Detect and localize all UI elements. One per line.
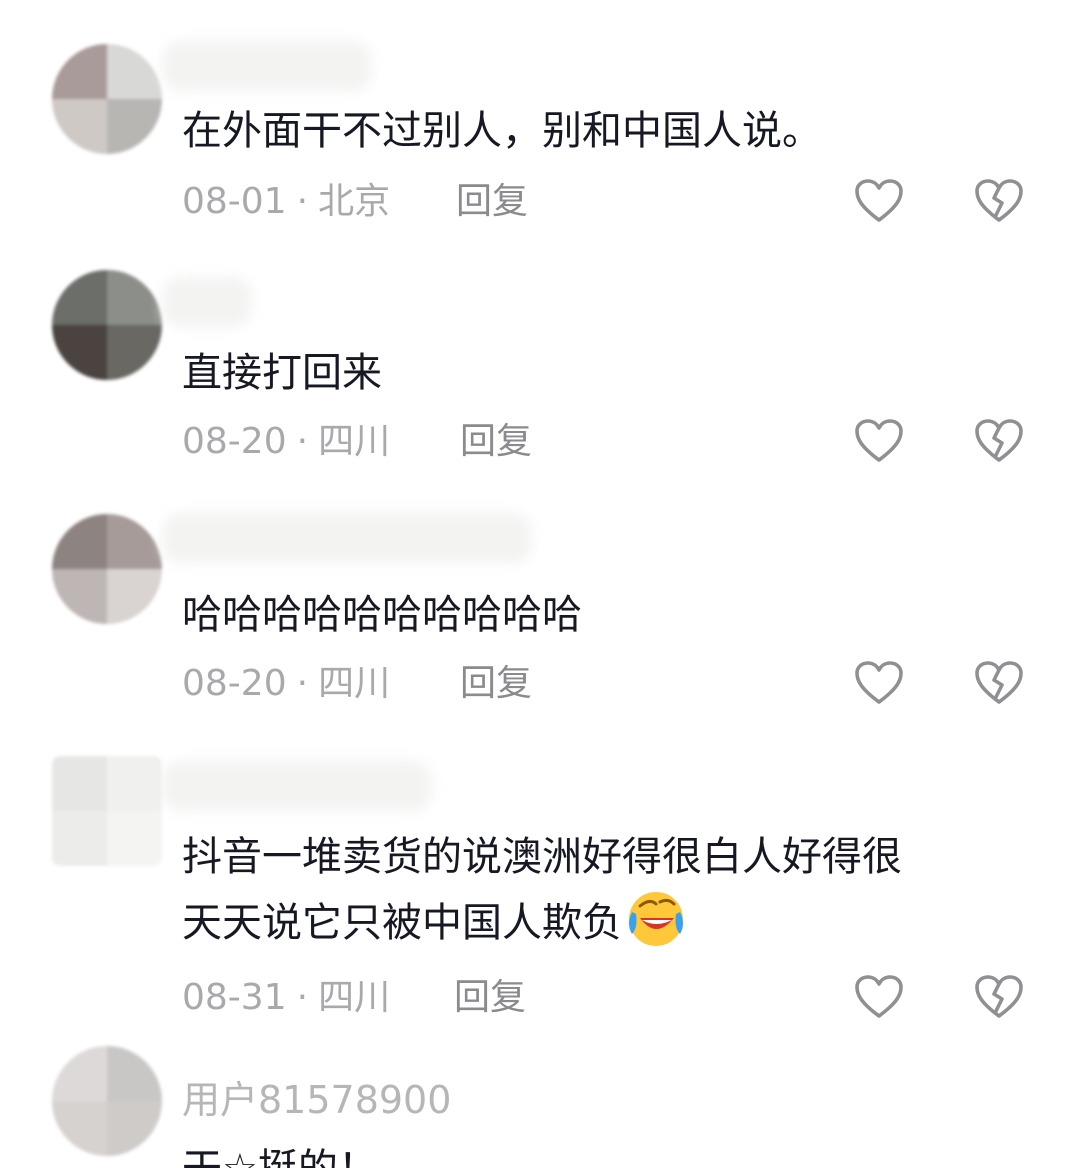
comment-location: 北京 xyxy=(318,181,391,222)
heart-outline-icon[interactable] xyxy=(854,974,904,1020)
reply-button[interactable]: 回复 xyxy=(456,180,528,224)
avatar[interactable] xyxy=(52,1046,162,1156)
crying-laughing-emoji-icon xyxy=(629,892,683,946)
meta-separator: · xyxy=(296,181,309,222)
comment-meta: 08-01 · 北京 xyxy=(182,180,390,224)
comment-text: 干☆挺的！ xyxy=(182,1138,378,1168)
comment-meta: 08-20 · 四川 xyxy=(182,420,390,464)
heart-outline-icon[interactable] xyxy=(854,660,904,706)
comment-text: 在外面干不过别人，别和中国人说。 xyxy=(182,108,822,154)
broken-heart-outline-icon[interactable] xyxy=(974,418,1024,464)
meta-separator: · xyxy=(296,977,309,1018)
comment-date: 08-20 xyxy=(182,663,287,704)
broken-heart-outline-icon[interactable] xyxy=(974,974,1024,1020)
reply-button[interactable]: 回复 xyxy=(460,662,532,706)
comment-date: 08-20 xyxy=(182,421,287,462)
heart-outline-icon[interactable] xyxy=(854,178,904,224)
username-redacted xyxy=(162,40,372,92)
comment-date: 08-01 xyxy=(182,181,287,222)
username-redacted xyxy=(162,760,432,812)
comment-location: 四川 xyxy=(318,663,391,704)
avatar[interactable] xyxy=(52,756,162,866)
comment-meta: 08-31 · 四川 xyxy=(182,976,390,1020)
comment-text: 抖音一堆卖货的说澳洲好得很白人好得很 天天说它只被中国人欺负 xyxy=(182,834,902,946)
comment-text: 哈哈哈哈哈哈哈哈哈哈 xyxy=(182,592,582,638)
broken-heart-outline-icon[interactable] xyxy=(974,178,1024,224)
broken-heart-outline-icon[interactable] xyxy=(974,660,1024,706)
comment-text: 直接打回来 xyxy=(182,350,382,396)
comment-meta: 08-20 · 四川 xyxy=(182,662,390,706)
avatar[interactable] xyxy=(52,514,162,624)
comment-username[interactable]: 用户81578900 xyxy=(182,1078,451,1122)
avatar[interactable] xyxy=(52,270,162,380)
comment-location: 四川 xyxy=(318,421,391,462)
reply-button[interactable]: 回复 xyxy=(454,976,526,1020)
avatar[interactable] xyxy=(52,44,162,154)
comment-location: 四川 xyxy=(318,977,391,1018)
meta-separator: · xyxy=(296,421,309,462)
heart-outline-icon[interactable] xyxy=(854,418,904,464)
comment-date: 08-31 xyxy=(182,977,287,1018)
meta-separator: · xyxy=(296,663,309,704)
username-redacted xyxy=(162,276,252,328)
username-redacted xyxy=(162,512,532,564)
reply-button[interactable]: 回复 xyxy=(460,420,532,464)
